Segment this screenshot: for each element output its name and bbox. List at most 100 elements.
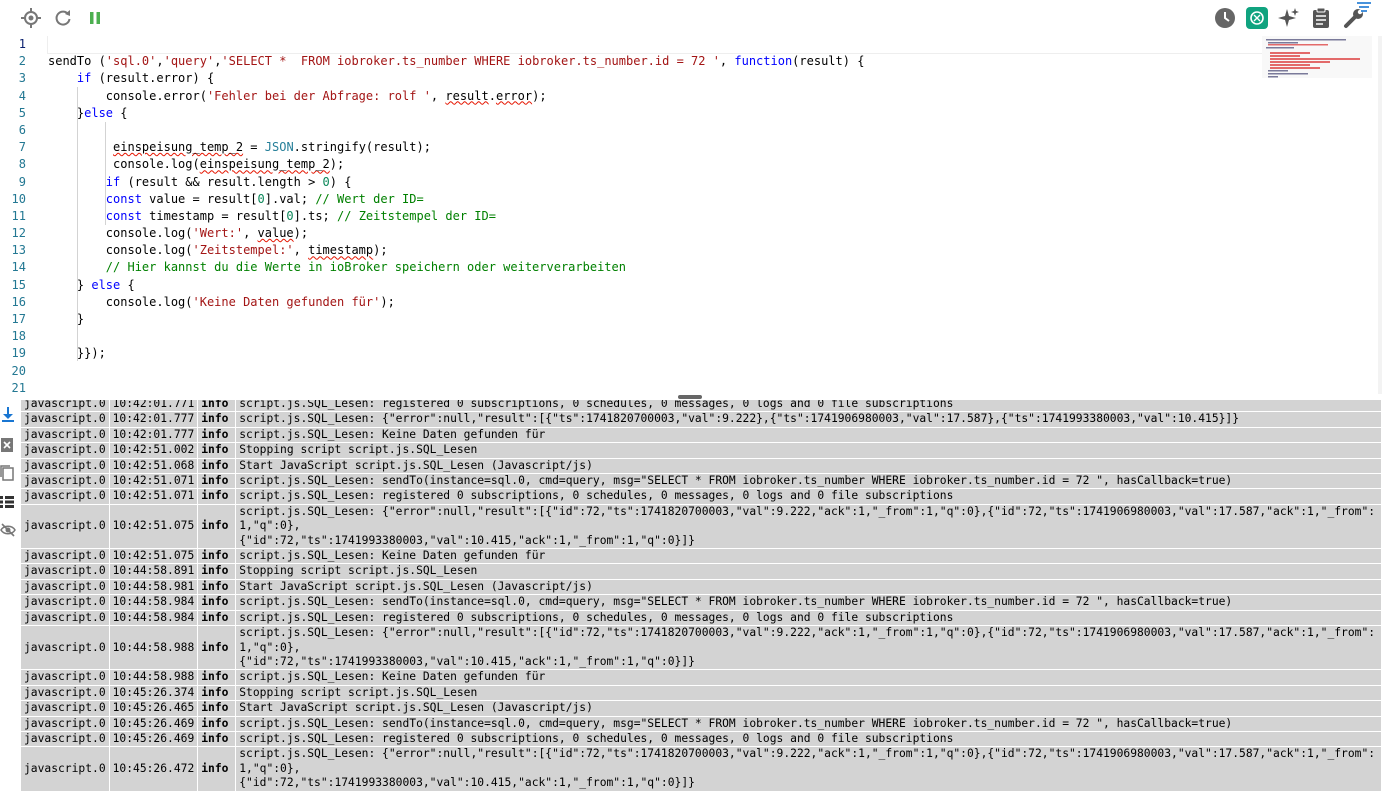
code-token: timestamp = result[	[141, 208, 287, 223]
code-token: 0	[286, 208, 294, 223]
log-message: script.js.SQL_Lesen: {"error":null,"resu…	[235, 503, 1382, 550]
log-row: javascript.0 10:44:58.988 info script.js.SQ…	[20, 669, 1382, 686]
code-line[interactable]: if (result.error) {	[48, 70, 1262, 87]
line-number: 19	[11, 346, 26, 361]
sparkle-icon[interactable]	[1278, 7, 1300, 29]
code-token: if	[76, 71, 92, 86]
line-number: 10	[11, 191, 26, 206]
copy-icon[interactable]	[0, 465, 16, 481]
code-line[interactable]: console.log('Keine Daten gefunden für');	[48, 294, 1262, 311]
code-line[interactable]: }});	[48, 345, 1262, 362]
log-severity: info	[197, 578, 237, 596]
pause-icon[interactable]	[84, 7, 106, 29]
list-view-icon[interactable]	[0, 494, 16, 510]
log-row: javascript.0 10:44:58.984 info script.js.SQ…	[20, 594, 1382, 611]
line-number: 8	[18, 157, 26, 172]
log-row: javascript.0 10:44:58.984 info script.js.SQ…	[20, 609, 1382, 627]
code-token: const	[105, 191, 142, 206]
log-timestamp: 10:44:58.988	[108, 669, 199, 686]
code-token: );	[373, 243, 388, 258]
log-message: script.js.SQL_Lesen: sendTo(instance=sql…	[235, 473, 1382, 490]
log-timestamp: 10:42:51.071	[108, 488, 199, 505]
log-source: javascript.0	[20, 746, 110, 791]
log-panel[interactable]: javascript.0 10:42:01.771 info script.js.SQ…	[20, 400, 1382, 791]
code-token: result	[445, 88, 489, 103]
code-token: const	[105, 208, 142, 223]
code-token: .stringify(result);	[293, 140, 431, 155]
log-severity: info	[197, 700, 237, 717]
code-token: {	[113, 105, 128, 120]
splitter-grip[interactable]	[678, 395, 702, 399]
line-number: 18	[11, 329, 26, 344]
code-line[interactable]	[47, 36, 1263, 55]
log-message: Start JavaScript script.js.SQL_Lesen (Ja…	[235, 457, 1382, 475]
log-message: script.js.SQL_Lesen: registered 0 subscr…	[235, 488, 1382, 505]
filter-list-icon[interactable]	[1356, 0, 1372, 14]
crosshair-icon[interactable]	[20, 7, 42, 29]
log-timestamp: 10:42:51.002	[108, 442, 199, 459]
log-row: javascript.0 10:42:51.002 info Stopping scr…	[20, 442, 1382, 459]
log-severity: info	[197, 411, 237, 428]
minimap[interactable]	[1262, 36, 1372, 96]
line-number: 21	[11, 380, 26, 394]
code-line[interactable]: } else {	[48, 277, 1262, 294]
clear-log-icon[interactable]	[0, 437, 16, 453]
log-timestamp: 10:45:26.465	[108, 700, 199, 717]
log-severity: info	[197, 625, 237, 671]
editor-scrollbar[interactable]	[1378, 36, 1382, 394]
code-token: (result) {	[792, 54, 865, 69]
clock-icon[interactable]	[1214, 7, 1236, 29]
log-severity: info	[197, 609, 237, 627]
clipboard-icon[interactable]	[1310, 7, 1332, 29]
code-token: 'sql.0'	[105, 54, 157, 69]
code-token: console.log(	[48, 243, 193, 258]
scroll-down-icon[interactable]	[0, 406, 16, 422]
log-timestamp: 10:45:26.469	[108, 715, 199, 732]
code-line[interactable]	[48, 328, 1262, 345]
log-row: javascript.0 10:42:51.075 info script.js.SQ…	[20, 548, 1382, 565]
code-line[interactable]: }	[48, 311, 1262, 328]
code-line[interactable]: console.log(einspeisung_temp_2);	[48, 156, 1262, 173]
code-line[interactable]	[48, 380, 1262, 394]
chatgpt-icon[interactable]	[1246, 7, 1268, 29]
code-line[interactable]: console.log('Zeitstempel:', timestamp);	[48, 242, 1262, 259]
code-token: 'Fehler bei der Abfrage: rolf '	[206, 88, 431, 103]
log-message: Stopping script script.js.SQL_Lesen	[235, 563, 1382, 580]
line-number-gutter: 1 2 3 4 5 6 7 8 9 10 11 12 13 14 15 16 17 18 19 20 21	[0, 36, 40, 394]
code-line[interactable]: console.log('Wert:', value);	[48, 225, 1262, 242]
code-token: value = result[	[141, 191, 258, 206]
code-token: 'Wert:'	[192, 226, 244, 241]
code-line[interactable]	[48, 122, 1262, 139]
log-severity: info	[197, 442, 237, 459]
code-token: // Wert der ID=	[315, 191, 424, 206]
code-token: 'SELECT * FROM iobroker.ts_number WHERE …	[221, 54, 720, 69]
log-source: javascript.0	[20, 503, 110, 550]
log-source: javascript.0	[20, 400, 110, 413]
code-line[interactable]: }else {	[48, 105, 1262, 122]
restart-icon[interactable]	[52, 7, 74, 29]
log-timestamp: 10:42:01.777	[108, 426, 199, 444]
log-message: script.js.SQL_Lesen: Keine Daten gefunde…	[235, 426, 1382, 444]
code-line[interactable]: const timestamp = result[0].ts; // Zeits…	[48, 208, 1262, 225]
code-token: );	[293, 226, 309, 241]
code-token: ,	[719, 54, 735, 69]
code-editor[interactable]: 1 2 3 4 5 6 7 8 9 10 11 12 13 14 15 16 17 18 19 20 21 sendTo…	[0, 36, 1382, 394]
code-line[interactable]: sendTo ('sql.0','query','SELECT * FROM i…	[48, 53, 1262, 70]
visibility-off-icon[interactable]	[0, 522, 16, 538]
code-token: ,	[156, 54, 164, 69]
log-row: javascript.0 10:42:01.777 info script.js.SQ…	[20, 411, 1382, 428]
line-number: 17	[11, 312, 26, 326]
code-line[interactable]	[48, 363, 1262, 380]
code-line[interactable]: einspeisung_temp_2 = JSON.stringify(resu…	[48, 139, 1262, 156]
code-token: =	[243, 140, 265, 155]
code-content[interactable]: sendTo ('sql.0','query','SELECT * FROM i…	[47, 36, 1263, 394]
code-token: error	[495, 88, 533, 103]
code-line[interactable]: if (result && result.length > 0) {	[48, 174, 1262, 191]
log-row: javascript.0 10:42:51.068 info Start JavaSc…	[20, 457, 1382, 475]
code-token: else	[84, 105, 114, 120]
code-line[interactable]: console.error('Fehler bei der Abfrage: r…	[48, 88, 1262, 105]
code-line[interactable]: const value = result[0].val; // Wert der…	[48, 191, 1262, 208]
log-severity: info	[197, 473, 237, 490]
code-line[interactable]: // Hier kannst du die Werte in ioBroker …	[48, 259, 1262, 276]
